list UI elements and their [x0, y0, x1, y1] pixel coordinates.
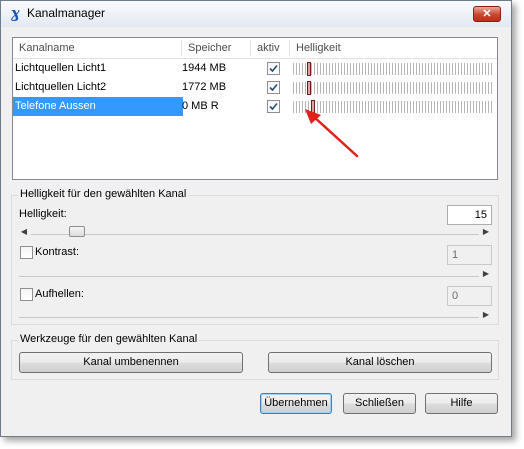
- channel-storage: 0 MB R: [182, 100, 219, 112]
- helligkeit-mini-slider[interactable]: [293, 62, 493, 76]
- app-logo-icon: ɣ: [10, 4, 20, 22]
- column-header-kanalname[interactable]: Kanalname: [13, 38, 183, 58]
- scroll-right-icon[interactable]: ▶: [481, 267, 491, 281]
- column-header-helligkeit[interactable]: Helligkeit: [290, 38, 497, 58]
- kanalmanager-window: ɣ Kanalmanager ✕ Kanalname Speicher akti…: [0, 0, 512, 437]
- channel-row[interactable]: Lichtquellen Licht1 1944 MB: [13, 59, 497, 78]
- delete-channel-button[interactable]: Kanal löschen: [268, 352, 492, 373]
- aufhellen-checkbox[interactable]: [20, 288, 33, 301]
- kontrast-value-field[interactable]: 1: [447, 245, 492, 265]
- slider-thumb[interactable]: [69, 226, 85, 237]
- aktiv-checkbox[interactable]: [267, 62, 280, 75]
- helligkeit-value-field[interactable]: 15: [447, 205, 492, 225]
- help-button[interactable]: Hilfe: [425, 393, 498, 414]
- channel-name: Lichtquellen Licht2: [15, 81, 107, 93]
- helligkeit-mini-thumb[interactable]: [307, 81, 311, 95]
- column-header-aktiv[interactable]: aktiv: [251, 38, 291, 58]
- column-header-speicher[interactable]: Speicher: [182, 38, 254, 58]
- aktiv-checkbox[interactable]: [267, 81, 280, 94]
- kontrast-checkbox[interactable]: [20, 246, 33, 259]
- scroll-left-icon[interactable]: ◀: [19, 225, 29, 239]
- scroll-right-icon[interactable]: ▶: [481, 225, 491, 239]
- rename-channel-button[interactable]: Kanal umbenennen: [19, 352, 243, 373]
- brightness-group: Helligkeit für den gewählten Kanal: [11, 188, 499, 325]
- close-button[interactable]: ✕: [473, 6, 501, 22]
- checkmark-icon: [269, 83, 278, 92]
- helligkeit-label: Helligkeit:: [19, 208, 67, 220]
- slider-track[interactable]: [31, 234, 479, 235]
- annotation-arrow: [305, 109, 359, 158]
- aufhellen-value-field[interactable]: 0: [447, 286, 492, 306]
- channel-row[interactable]: Lichtquellen Licht2 1772 MB: [13, 78, 497, 97]
- brightness-group-title: Helligkeit für den gewählten Kanal: [18, 188, 189, 200]
- close-dialog-button[interactable]: Schließen: [343, 393, 416, 414]
- aufhellen-slider[interactable]: ▶: [19, 308, 491, 322]
- aktiv-checkbox[interactable]: [267, 100, 280, 113]
- slider-track[interactable]: [19, 317, 479, 318]
- kontrast-slider[interactable]: ▶: [19, 267, 491, 281]
- channel-row[interactable]: Telefone Aussen 0 MB R: [13, 97, 497, 116]
- title-bar[interactable]: ɣ Kanalmanager ✕: [1, 1, 511, 27]
- checkmark-icon: [269, 102, 278, 111]
- channel-storage: 1772 MB: [182, 81, 227, 93]
- channel-list[interactable]: Kanalname Speicher aktiv Helligkeit Lich…: [12, 37, 498, 180]
- channel-storage: 1944 MB: [182, 62, 227, 74]
- slider-track[interactable]: [19, 276, 479, 277]
- helligkeit-slider[interactable]: ◀ ▶: [19, 225, 491, 239]
- apply-button[interactable]: Übernehmen: [260, 393, 332, 414]
- tools-group-title: Werkzeuge für den gewählten Kanal: [18, 333, 200, 345]
- scroll-right-icon[interactable]: ▶: [481, 308, 491, 322]
- channel-name: Telefone Aussen: [13, 97, 183, 116]
- checkmark-icon: [269, 64, 278, 73]
- channel-name: Lichtquellen Licht1: [15, 62, 107, 74]
- kontrast-label: Kontrast:: [35, 246, 80, 258]
- window-title: Kanalmanager: [27, 6, 106, 20]
- close-icon: ✕: [482, 8, 492, 20]
- helligkeit-mini-thumb[interactable]: [307, 62, 311, 76]
- channel-list-header: Kanalname Speicher aktiv Helligkeit: [13, 38, 497, 59]
- aufhellen-label: Aufhellen:: [35, 288, 84, 300]
- helligkeit-mini-slider[interactable]: [293, 81, 493, 95]
